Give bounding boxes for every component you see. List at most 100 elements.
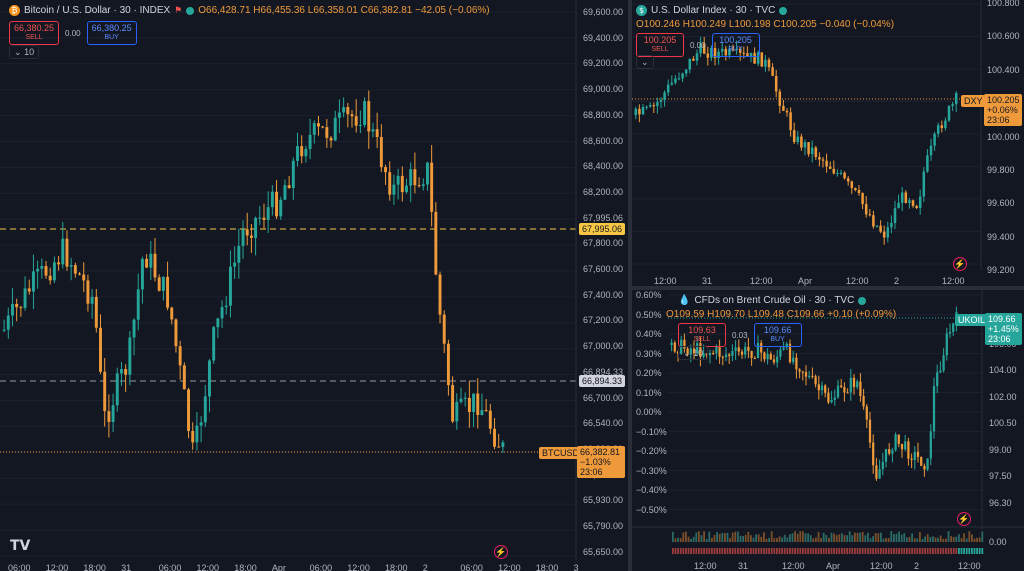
ukoil-last-price-tag: 109.66 +1.45% 23:06 — [985, 313, 1022, 345]
dxy-chart-pane[interactable]: $ U.S. Dollar Index · 30 · TVC O100.246 … — [632, 0, 1024, 286]
candle-body — [666, 84, 670, 93]
candle-body — [434, 211, 438, 275]
candle-body — [750, 351, 753, 358]
candle-body — [888, 449, 891, 454]
volume-bar — [716, 531, 718, 542]
candle-body — [674, 78, 677, 83]
candle-body — [258, 217, 262, 219]
btc-collapse-button[interactable]: ⌄ 10 — [9, 45, 40, 59]
candle-body — [199, 422, 203, 426]
axis-tick-label: 69,600.00 — [583, 7, 624, 17]
dxy-collapse-button[interactable]: ⌄ — [636, 55, 654, 69]
candle-body — [916, 451, 920, 457]
dxy-title[interactable]: U.S. Dollar Index · 30 · TVC — [651, 5, 775, 16]
btc-sell-button[interactable]: 66,380.25 SELL — [9, 21, 60, 45]
indicator-bar — [744, 548, 747, 554]
btc-low: L66,358.01 — [307, 5, 358, 16]
candle-body — [818, 157, 821, 160]
indicator-bar — [952, 548, 955, 554]
volume-bar — [700, 535, 703, 542]
indicator-bar — [890, 548, 893, 554]
axis-tick-label: 99.400 — [987, 231, 1015, 242]
ukoil-title[interactable]: CFDs on Brent Crude Oil · 30 · TVC — [694, 295, 854, 306]
btc-legend: ₿ Bitcoin / U.S. Dollar · 30 · INDEX ⚑ O… — [9, 5, 490, 16]
axis-tick-label: 12:00 — [654, 276, 677, 286]
candle-body — [27, 288, 31, 292]
indicator-bar — [760, 548, 763, 554]
bolt-icon[interactable]: ⚡ — [953, 257, 967, 271]
candle-body — [830, 399, 833, 403]
candle-body — [692, 58, 695, 61]
volume-bar — [765, 538, 768, 542]
axis-tick-label: 31 — [121, 563, 132, 571]
candle-body — [820, 385, 824, 391]
ukoil-buy-button[interactable]: 109.66 BUY — [753, 323, 802, 347]
candle-body — [859, 381, 862, 397]
candle-body — [862, 396, 865, 407]
volume-bar — [973, 538, 976, 542]
indicator-bar — [882, 548, 885, 554]
indicator-bar — [932, 548, 934, 554]
candle-body — [878, 469, 881, 479]
volume-bar — [955, 536, 958, 542]
volume-bar — [968, 531, 971, 542]
candle-body — [19, 307, 23, 309]
volume-bar — [789, 534, 791, 542]
volume-bar — [864, 535, 867, 542]
candle-body — [932, 386, 936, 432]
axis-tick-label: 12:00 — [958, 561, 981, 571]
candle-body — [82, 274, 86, 281]
axis-tick-label: 69,000.00 — [583, 84, 624, 95]
candle-body — [296, 146, 299, 161]
candle-body — [480, 410, 484, 416]
axis-tick-label: 0.60% — [636, 290, 662, 300]
ukoil-collapse-button[interactable]: ⌄ 10 — [678, 346, 709, 360]
candle-body — [501, 442, 505, 448]
candle-body — [170, 307, 174, 320]
candle-body — [65, 238, 69, 267]
candle-body — [111, 405, 115, 422]
candle-body — [275, 191, 279, 217]
ukoil-sell-button[interactable]: 109.63 SELL — [678, 323, 726, 347]
candle-body — [734, 347, 737, 352]
dxy-sell-button[interactable]: 100.205 SELL — [636, 33, 684, 57]
volume-bar — [718, 533, 721, 542]
candle-body — [78, 273, 82, 275]
btc-title[interactable]: Bitcoin / U.S. Dollar · 30 · INDEX — [24, 5, 170, 16]
btc-candles[interactable] — [0, 0, 628, 571]
btc-chart-pane[interactable]: ₿ Bitcoin / U.S. Dollar · 30 · INDEX ⚑ O… — [0, 0, 628, 571]
candle-body — [354, 116, 358, 126]
btc-symbol-tag: BTCUSD — [539, 447, 583, 459]
volume-bar — [830, 532, 833, 542]
candle-body — [868, 214, 872, 216]
candle-body — [836, 385, 840, 398]
dxy-buy-button[interactable]: 100.205 BUY — [711, 33, 760, 57]
axis-tick-label: 100.400 — [987, 64, 1020, 75]
axis-tick-label: 67,995.06 — [583, 212, 624, 223]
indicator-bar — [778, 548, 781, 554]
volume-bar — [750, 535, 752, 542]
candle-body — [789, 112, 792, 131]
axis-tick-label: 0.00% — [636, 407, 662, 417]
axis-tick-label: 65,790.00 — [583, 521, 624, 531]
btc-buy-button[interactable]: 66,380.25 BUY — [86, 21, 137, 45]
candle-body — [792, 130, 796, 143]
volume-bar — [939, 535, 942, 542]
candle-body — [881, 461, 884, 470]
candle-body — [663, 92, 666, 101]
candle-body — [641, 107, 645, 115]
candle-body — [948, 332, 952, 334]
tradingview-logo[interactable]: TV — [10, 538, 30, 554]
volume-bar — [835, 535, 838, 542]
candle-body — [417, 185, 421, 187]
volume-bar — [726, 532, 729, 542]
bolt-icon[interactable]: ⚡ — [494, 545, 508, 559]
bolt-icon[interactable]: ⚡ — [957, 512, 971, 526]
flag-icon[interactable]: ⚑ — [174, 5, 182, 16]
axis-tick-label: 2 — [914, 561, 920, 571]
ukoil-chart-pane[interactable]: 0.60% 0.50% 0.40% 0.30% 0.20% 0.10% 0.00% −0.10… — [632, 290, 1024, 571]
candle-body — [11, 303, 14, 316]
volume-bar — [898, 531, 900, 542]
axis-tick-label: 12:00 — [347, 563, 370, 571]
candle-body — [61, 238, 65, 265]
